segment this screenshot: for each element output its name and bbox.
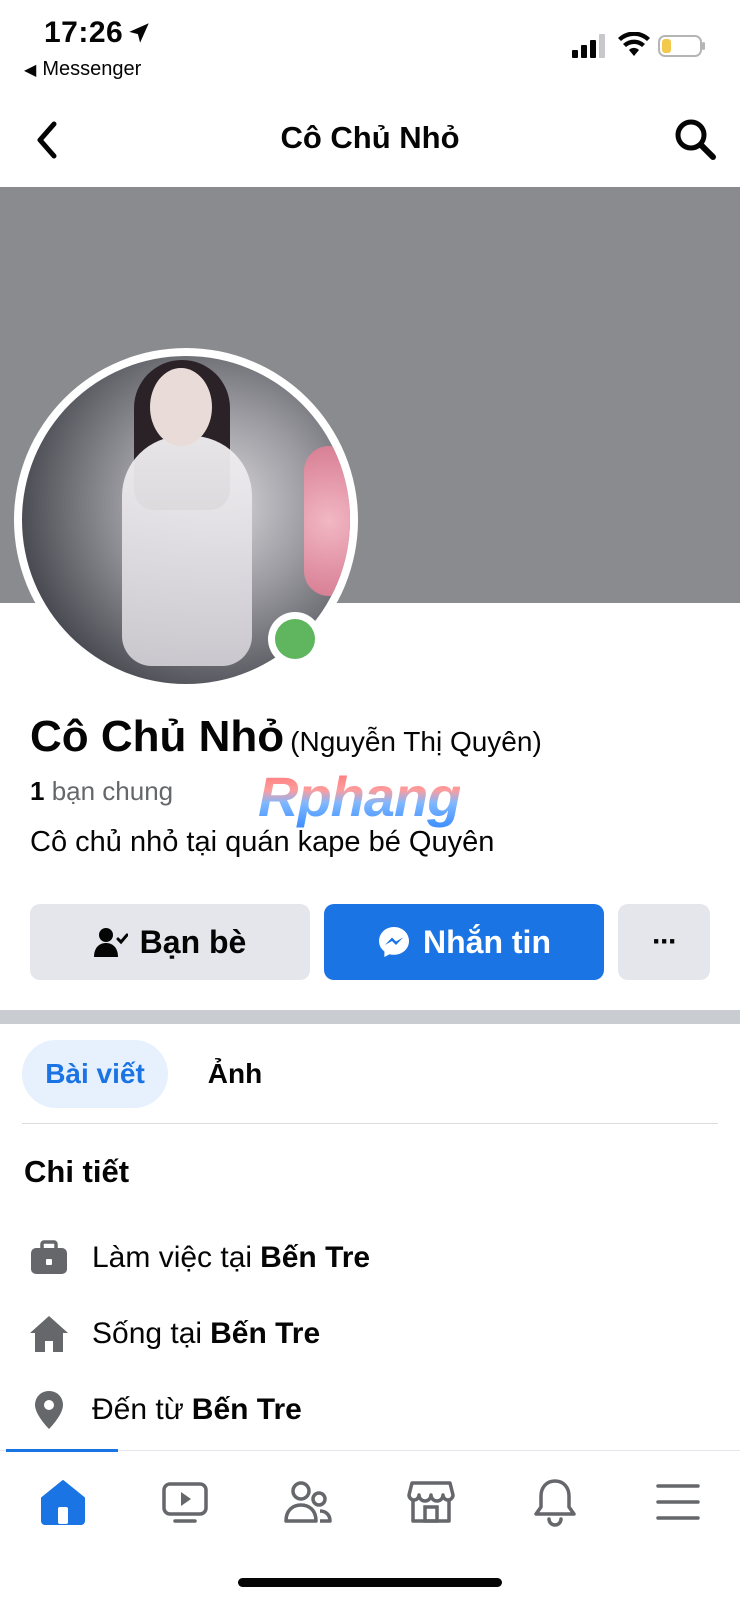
tab-photos[interactable]: Ảnh xyxy=(180,1040,290,1108)
detail-work-prefix: Làm việc tại xyxy=(92,1241,253,1274)
back-app-label: Messenger xyxy=(42,58,142,80)
status-bar: 17:26 ◀ Messenger xyxy=(0,0,740,90)
watermark-logo: Rphang xyxy=(258,765,461,828)
detail-from-value[interactable]: Bến Tre xyxy=(192,1393,302,1427)
notifications-bell-icon[interactable] xyxy=(530,1477,580,1527)
profile-name-row: Cô Chủ Nhỏ (Nguyễn Thị Quyên) xyxy=(30,712,542,762)
more-options-button[interactable]: ··· xyxy=(618,904,710,980)
mutual-friends-count: 1 xyxy=(30,776,45,806)
marketplace-tab-icon[interactable] xyxy=(406,1477,456,1527)
profile-alternate-name: (Nguyễn Thị Quyên) xyxy=(290,726,542,757)
messenger-icon xyxy=(379,927,409,957)
wifi-icon xyxy=(618,32,650,56)
location-pin-icon xyxy=(35,1391,63,1429)
detail-lives: Sống tại Bến Tre xyxy=(28,1312,320,1356)
message-button-label: Nhắn tin xyxy=(423,923,551,960)
page-title: Cô Chủ Nhỏ xyxy=(280,120,460,155)
detail-work-value[interactable]: Bến Tre xyxy=(260,1241,370,1275)
tab-posts[interactable]: Bài viết xyxy=(22,1040,168,1108)
profile-name: Cô Chủ Nhỏ xyxy=(30,712,285,761)
profile-nav-bar: Cô Chủ Nhỏ xyxy=(0,100,740,186)
message-button[interactable]: Nhắn tin xyxy=(324,904,604,980)
more-options-icon: ··· xyxy=(652,925,678,958)
detail-lives-prefix: Sống tại xyxy=(92,1317,203,1350)
home-tab-icon[interactable] xyxy=(38,1477,88,1527)
details-heading: Chi tiết xyxy=(24,1154,130,1189)
status-time: 17:26 xyxy=(44,16,124,49)
back-to-app-link[interactable]: ◀ Messenger xyxy=(24,58,141,81)
mutual-friends-label: bạn chung xyxy=(51,776,174,806)
mutual-friends[interactable]: 1 bạn chung xyxy=(30,776,173,807)
battery-icon xyxy=(658,35,705,57)
search-icon[interactable] xyxy=(672,116,718,162)
detail-from: Đến từ Bến Tre xyxy=(28,1388,302,1432)
detail-lives-value[interactable]: Bến Tre xyxy=(210,1317,320,1351)
home-icon xyxy=(30,1316,68,1352)
tabs-divider xyxy=(22,1123,718,1124)
active-tab-indicator xyxy=(6,1449,118,1452)
friends-tab-icon[interactable] xyxy=(283,1477,333,1527)
online-status-badge xyxy=(268,612,322,666)
menu-hamburger-icon[interactable] xyxy=(653,1477,703,1527)
profile-bio: Cô chủ nhỏ tại quán kape bé Quyên xyxy=(30,826,495,858)
detail-from-prefix: Đến từ xyxy=(92,1393,184,1426)
section-divider xyxy=(0,1010,740,1024)
friends-button[interactable]: Bạn bè xyxy=(30,904,310,980)
home-indicator[interactable] xyxy=(238,1578,502,1587)
cellular-signal-icon xyxy=(572,34,605,58)
detail-work: Làm việc tại Bến Tre xyxy=(28,1236,370,1280)
friends-button-label: Bạn bè xyxy=(139,923,247,960)
location-arrow-icon xyxy=(129,23,149,43)
friend-check-icon xyxy=(93,928,128,957)
briefcase-icon xyxy=(31,1240,67,1274)
back-triangle-icon: ◀ xyxy=(24,62,37,79)
video-tab-icon[interactable] xyxy=(160,1477,210,1527)
